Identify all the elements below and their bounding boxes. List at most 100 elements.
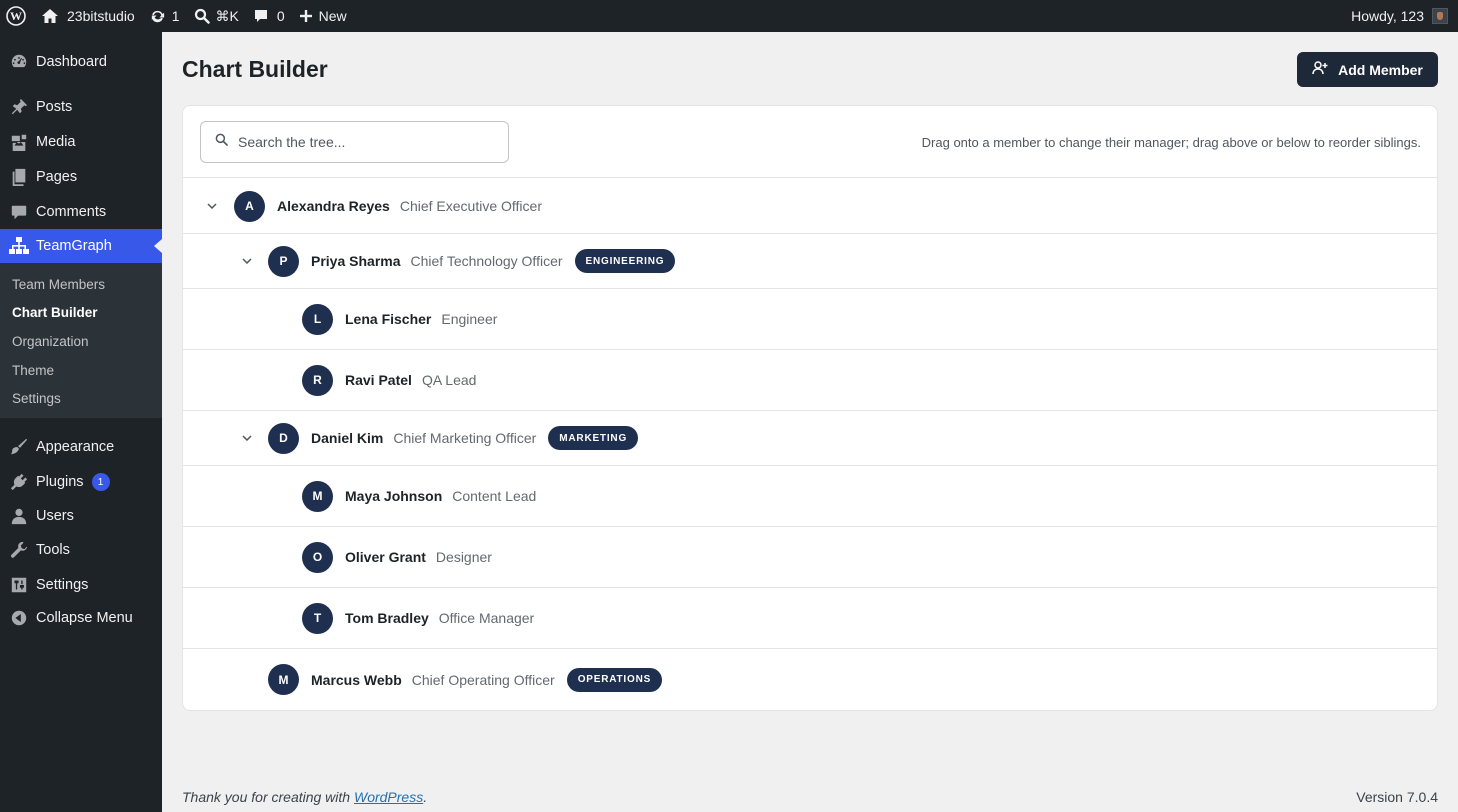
tree-row[interactable]: P Priya Sharma Chief Technology Officer … bbox=[183, 234, 1437, 289]
member-info: Ravi Patel QA Lead bbox=[345, 372, 476, 388]
avatar: O bbox=[302, 541, 333, 573]
tree-row[interactable]: T Tom Bradley Office Manager bbox=[183, 588, 1437, 649]
avatar: L bbox=[302, 303, 333, 335]
new-content-link[interactable]: New bbox=[292, 0, 354, 32]
member-name: Marcus Webb bbox=[311, 671, 402, 688]
tree-row[interactable]: D Daniel Kim Chief Marketing Officer MAR… bbox=[183, 411, 1437, 466]
page-title: Chart Builder bbox=[182, 56, 328, 82]
member-name: Tom Bradley bbox=[345, 610, 429, 626]
dashboard-icon bbox=[0, 53, 36, 71]
member-role: Chief Technology Officer bbox=[410, 253, 563, 269]
chart-builder-panel: Drag onto a member to change their manag… bbox=[182, 105, 1438, 711]
sidebar-item-media[interactable]: Media bbox=[0, 125, 162, 159]
refresh-icon bbox=[149, 8, 166, 25]
sidebar-item-plugins[interactable]: Plugins 1 bbox=[0, 465, 162, 499]
updates-link[interactable]: 1 bbox=[142, 0, 187, 32]
plugin-icon bbox=[0, 473, 36, 491]
member-role: Chief Marketing Officer bbox=[393, 430, 537, 446]
sidebar-item-dashboard[interactable]: Dashboard bbox=[0, 45, 162, 79]
member-name: Priya Sharma bbox=[311, 253, 401, 269]
submenu-organization[interactable]: Organization bbox=[12, 334, 89, 349]
comments-link[interactable]: 0 bbox=[246, 0, 292, 32]
pages-icon bbox=[0, 168, 36, 186]
submenu-chart-builder[interactable]: Chart Builder bbox=[12, 305, 98, 320]
plugins-update-badge: 1 bbox=[91, 473, 110, 491]
tree-row[interactable]: A Alexandra Reyes Chief Executive Office… bbox=[183, 179, 1437, 234]
member-name: Daniel Kim bbox=[311, 430, 384, 446]
chevron-down-icon[interactable] bbox=[204, 198, 220, 214]
sidebar-item-label: Media bbox=[36, 134, 76, 150]
sidebar-item-comments[interactable]: Comments bbox=[0, 195, 162, 229]
footer-thanks: Thank you for creating with WordPress. bbox=[182, 789, 427, 805]
sidebar-item-tools[interactable]: Tools bbox=[0, 533, 162, 567]
member-name: Lena Fischer bbox=[345, 311, 432, 327]
tree-search-input[interactable] bbox=[238, 134, 478, 150]
sidebar-item-label: Appearance bbox=[36, 439, 115, 455]
wordpress-link[interactable]: WordPress bbox=[354, 789, 423, 805]
avatar: M bbox=[268, 664, 299, 695]
my-account-link[interactable]: Howdy, 123 bbox=[1344, 0, 1458, 32]
sidebar-item-teamgraph[interactable]: TeamGraph bbox=[0, 229, 162, 263]
member-info: Maya Johnson Content Lead bbox=[345, 488, 536, 504]
tree-row[interactable]: M Maya Johnson Content Lead bbox=[183, 466, 1437, 527]
updates-count: 1 bbox=[171, 8, 180, 24]
member-role: Designer bbox=[435, 549, 492, 565]
sidebar-item-pages[interactable]: Pages bbox=[0, 160, 162, 194]
sidebar-item-appearance[interactable]: Appearance bbox=[0, 430, 162, 464]
user-avatar bbox=[1432, 8, 1448, 24]
submenu-team-members[interactable]: Team Members bbox=[12, 277, 105, 292]
tree-row[interactable]: O Oliver Grant Designer bbox=[183, 527, 1437, 588]
search-shortcut[interactable]: ⌘K bbox=[187, 0, 246, 32]
home-icon bbox=[41, 8, 59, 24]
department-badge: OPERATIONS bbox=[566, 667, 663, 692]
site-name-link[interactable]: 23bitstudio bbox=[34, 0, 142, 32]
user-icon bbox=[0, 507, 36, 525]
admin-sidebar: Dashboard Posts Media Pages Comments Tea… bbox=[0, 32, 162, 812]
member-name: Ravi Patel bbox=[345, 372, 412, 388]
add-member-label: Add Member bbox=[1338, 61, 1423, 78]
chevron-down-icon[interactable] bbox=[239, 253, 255, 269]
collapse-menu-button[interactable]: Collapse Menu bbox=[0, 601, 162, 635]
member-info: Daniel Kim Chief Marketing Officer MARKE… bbox=[311, 426, 639, 450]
sidebar-item-label: Comments bbox=[36, 204, 107, 220]
avatar: R bbox=[302, 364, 333, 396]
site-name: 23bitstudio bbox=[67, 8, 135, 24]
new-label: New bbox=[318, 8, 347, 24]
sidebar-item-users[interactable]: Users bbox=[0, 499, 162, 533]
tree-toolbar: Drag onto a member to change their manag… bbox=[183, 106, 1437, 178]
submenu-theme[interactable]: Theme bbox=[12, 363, 54, 378]
member-role: Office Manager bbox=[438, 610, 535, 626]
greeting: Howdy, 123 bbox=[1351, 8, 1424, 24]
sidebar-item-label: Users bbox=[36, 508, 74, 524]
sidebar-item-settings[interactable]: Settings bbox=[0, 568, 162, 602]
sidebar-item-label: Collapse Menu bbox=[36, 610, 133, 626]
add-user-icon bbox=[1312, 60, 1328, 79]
tree-row[interactable]: R Ravi Patel QA Lead bbox=[183, 350, 1437, 411]
tree-search[interactable] bbox=[200, 121, 509, 163]
member-role: QA Lead bbox=[421, 372, 477, 388]
comment-icon bbox=[253, 8, 269, 24]
avatar: A bbox=[234, 190, 265, 222]
member-role: Chief Operating Officer bbox=[411, 671, 555, 688]
plus-icon bbox=[299, 9, 313, 23]
sidebar-item-label: Settings bbox=[36, 577, 89, 593]
department-badge: ENGINEERING bbox=[574, 249, 676, 273]
footer-thanks-prefix: Thank you for creating with bbox=[182, 789, 354, 805]
tree-row[interactable]: L Lena Fischer Engineer bbox=[183, 289, 1437, 350]
collapse-icon bbox=[0, 609, 36, 627]
member-info: Tom Bradley Office Manager bbox=[345, 610, 534, 626]
wordpress-logo-icon[interactable]: W bbox=[0, 0, 34, 32]
avatar: M bbox=[302, 480, 333, 512]
submenu-settings[interactable]: Settings bbox=[12, 391, 61, 406]
wrench-icon bbox=[0, 541, 36, 559]
search-icon bbox=[215, 133, 228, 151]
member-info: Priya Sharma Chief Technology Officer EN… bbox=[311, 249, 676, 273]
sidebar-item-posts[interactable]: Posts bbox=[0, 90, 162, 124]
drag-hint: Drag onto a member to change their manag… bbox=[921, 135, 1421, 150]
add-member-button[interactable]: Add Member bbox=[1297, 52, 1438, 87]
chevron-down-icon[interactable] bbox=[239, 430, 255, 446]
search-icon bbox=[194, 8, 210, 24]
tree-row[interactable]: M Marcus Webb Chief Operating Officer OP… bbox=[183, 649, 1437, 710]
sidebar-item-label: Dashboard bbox=[36, 54, 107, 70]
department-badge: MARKETING bbox=[548, 426, 639, 450]
